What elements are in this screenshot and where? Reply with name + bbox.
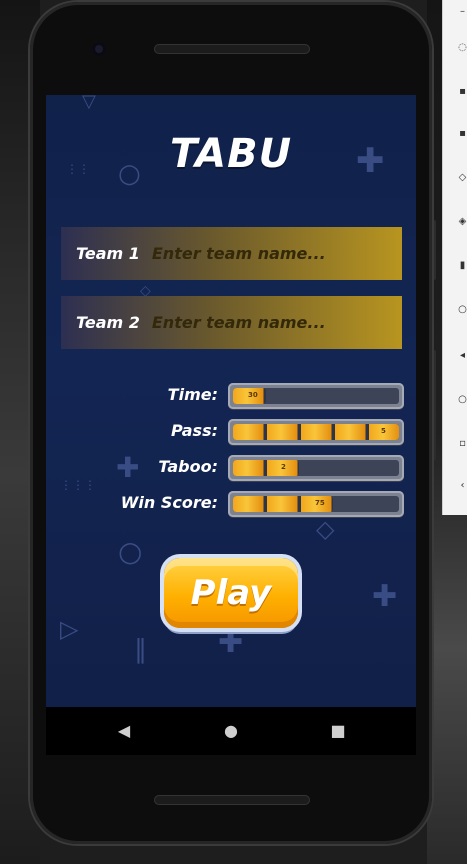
taboo-value: 2: [281, 463, 286, 471]
slider-track: 30: [233, 388, 399, 404]
win-score-label: Win Score:: [120, 493, 218, 512]
triangle-decoration-icon: ▷: [60, 615, 79, 643]
team-2-name-input[interactable]: [151, 313, 342, 332]
android-nav-bar: ◀ ● ■: [46, 707, 416, 755]
top-speaker: [154, 44, 310, 54]
team-1-name-input[interactable]: [151, 244, 342, 263]
emulator-toolbar: – ◌ ▪ ▪ ◇ ◈ ▮ ○ ◂ ○ ▫ ‹: [442, 0, 467, 515]
cross-decoration-icon: ✚: [218, 625, 244, 660]
team-2-bar: Team 2: [61, 296, 402, 349]
back-triangle-icon[interactable]: ◀: [112, 719, 136, 743]
camera-icon: [92, 42, 106, 56]
bottom-speaker: [154, 795, 310, 805]
team-1-bar: Team 1: [61, 227, 402, 280]
pass-value: 5: [381, 427, 386, 435]
rotate-left-icon[interactable]: ◇: [457, 172, 467, 183]
cross-decoration-icon: ✚: [372, 579, 398, 614]
pass-label: Pass:: [171, 421, 218, 440]
dots-decoration-icon: ⋮⋮⋮: [60, 478, 96, 492]
back-icon[interactable]: ◂: [457, 350, 467, 361]
minimize-icon[interactable]: –: [457, 6, 467, 17]
home-circle-icon[interactable]: ●: [219, 719, 243, 743]
lines-decoration-icon: ∥: [134, 635, 147, 665]
win-score-value: 75: [315, 499, 325, 507]
slider-track: 75: [233, 496, 399, 512]
circle-decoration-icon: ○: [118, 535, 143, 568]
volume-down-icon[interactable]: ▪: [457, 128, 467, 139]
volume-up-icon[interactable]: ▪: [457, 86, 467, 97]
time-setting-row: Time: 30: [46, 383, 416, 409]
time-slider[interactable]: 30: [228, 383, 404, 409]
time-value: 30: [248, 391, 258, 399]
more-icon[interactable]: ‹: [457, 480, 467, 491]
diamond-decoration-icon: ◇: [316, 515, 335, 543]
triangle-decoration-icon: ▽: [82, 95, 96, 112]
win-score-setting-row: Win Score: 75: [46, 491, 416, 517]
taboo-setting-row: Taboo: 2: [46, 455, 416, 481]
team-2-label: Team 2: [76, 313, 140, 332]
app-screen: ▽ ○ ✚ ⋮⋮ ◇ ✚ ⋮⋮⋮ ◇ ○ ✚ ▷ ✚ ∥ TABU Team 1…: [46, 95, 416, 707]
time-label: Time:: [167, 385, 218, 404]
slider-fill: [233, 424, 399, 440]
pass-slider[interactable]: 5: [228, 419, 404, 445]
pass-setting-row: Pass: 5: [46, 419, 416, 445]
home-icon[interactable]: ○: [457, 394, 467, 405]
play-button[interactable]: Play: [164, 558, 298, 628]
zoom-icon[interactable]: ○: [457, 304, 467, 315]
taboo-label: Taboo:: [158, 457, 218, 476]
screenshot-icon[interactable]: ▮: [457, 260, 467, 271]
overview-icon[interactable]: ▫: [457, 438, 467, 449]
win-score-slider[interactable]: 75: [228, 491, 404, 517]
team-1-label: Team 1: [76, 244, 140, 263]
power-icon[interactable]: ◌: [457, 42, 467, 53]
taboo-slider[interactable]: 2: [228, 455, 404, 481]
app-title: TABU: [169, 131, 293, 177]
recents-square-icon[interactable]: ■: [326, 719, 350, 743]
rotate-right-icon[interactable]: ◈: [457, 216, 467, 227]
slider-track: 5: [233, 424, 399, 440]
slider-track: 2: [233, 460, 399, 476]
slider-fill: [233, 460, 299, 476]
